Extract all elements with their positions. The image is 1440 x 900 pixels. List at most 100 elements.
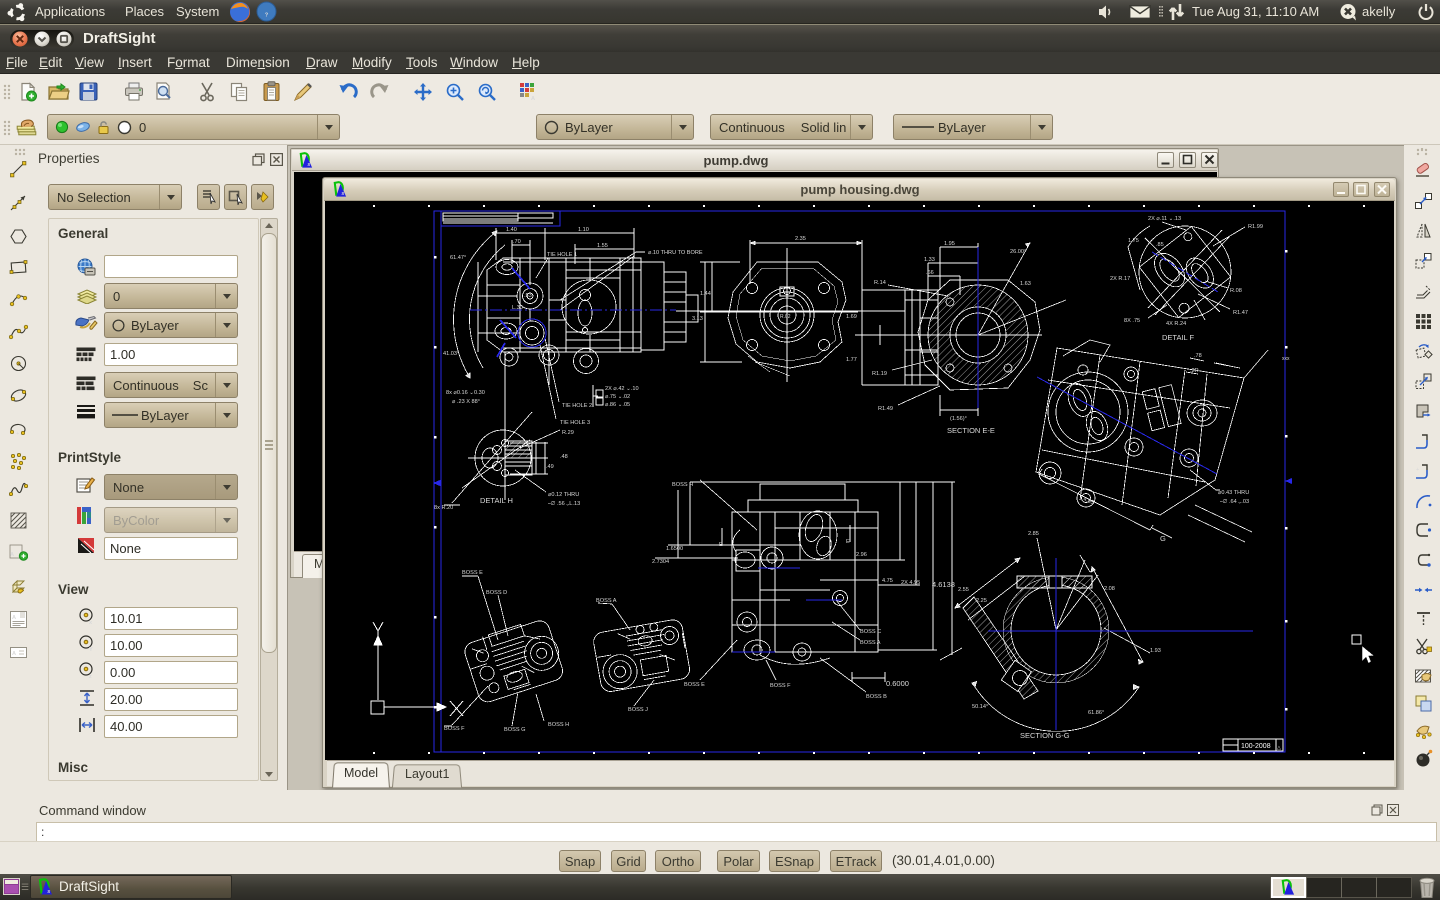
svg-text:1.40: 1.40	[506, 227, 517, 233]
svg-text:4.75: 4.75	[882, 578, 893, 584]
svg-text:2X 4.95: 2X 4.95	[901, 580, 920, 586]
svg-text:R1.47: R1.47	[1233, 310, 1248, 316]
svg-text:⎯⌀ .56 ⌄L.13: ⎯⌀ .56 ⌄L.13	[548, 500, 580, 507]
svg-text:1.69: 1.69	[846, 314, 857, 320]
svg-text:8x R.20: 8x R.20	[434, 505, 453, 511]
svg-text:s: s	[307, 162, 310, 168]
svg-text:2.08: 2.08	[1104, 586, 1115, 592]
svg-text:1.44: 1.44	[700, 291, 711, 297]
svg-text:R.14: R.14	[874, 280, 886, 286]
svg-text:1.63: 1.63	[1020, 281, 1031, 287]
svg-text:BOSS C: BOSS C	[860, 629, 881, 635]
svg-text:4.95: 4.95	[1082, 496, 1094, 506]
svg-text:26.00°: 26.00°	[1010, 249, 1026, 255]
svg-text:.48: .48	[560, 454, 568, 460]
svg-text:x: x	[89, 620, 93, 626]
svg-text:R.29: R.29	[562, 430, 574, 436]
svg-text:+: +	[1416, 467, 1419, 473]
svg-text:(1.56)°: (1.56)°	[950, 416, 967, 422]
svg-text:⌀0.12 THRU: ⌀0.12 THRU	[548, 492, 579, 498]
svg-text:G: G	[1160, 534, 1166, 543]
svg-text:⌀0.43 THRU: ⌀0.43 THRU	[1218, 490, 1249, 496]
svg-text:A: A	[12, 651, 16, 657]
svg-text:⌀ .23 X 88°: ⌀ .23 X 88°	[452, 399, 480, 405]
svg-text:BOSS F: BOSS F	[770, 683, 791, 689]
svg-text:s: s	[47, 889, 50, 895]
svg-text:s: s	[341, 191, 344, 197]
svg-text:E: E	[719, 542, 723, 548]
svg-text:+: +	[16, 431, 19, 437]
svg-text:DETAIL F: DETAIL F	[1162, 333, 1195, 342]
svg-text:BOSS A: BOSS A	[596, 598, 617, 604]
svg-text:8X .75: 8X .75	[1124, 318, 1140, 324]
svg-text:1.6500: 1.6500	[666, 546, 683, 552]
svg-text:xxx: xxx	[1282, 356, 1290, 362]
svg-text:A: A	[12, 615, 16, 621]
svg-text:BOSS B: BOSS B	[866, 694, 887, 700]
svg-text:TIE HOLE 3: TIE HOLE 3	[560, 420, 590, 426]
svg-text:1.55: 1.55	[597, 243, 608, 249]
svg-text:61.47°: 61.47°	[450, 255, 466, 261]
svg-text:△: △	[1277, 745, 1281, 751]
svg-text:L.30: L.30	[512, 305, 523, 311]
svg-text:⌀.10 THRU TO BORE: ⌀.10 THRU TO BORE	[648, 250, 703, 256]
svg-text:?: ?	[265, 13, 269, 19]
svg-text:BOSS E: BOSS E	[462, 570, 483, 576]
svg-text:BOSS J: BOSS J	[628, 707, 648, 713]
svg-text:TIE HOLE 2: TIE HOLE 2	[562, 403, 592, 409]
svg-text:+: +	[17, 390, 20, 396]
svg-text:R1.49: R1.49	[878, 406, 893, 412]
svg-text:2.55: 2.55	[958, 587, 969, 593]
svg-text:0.6000: 0.6000	[886, 679, 909, 688]
svg-text:BOSS D: BOSS D	[486, 590, 507, 596]
svg-text:2.96: 2.96	[856, 552, 867, 558]
svg-text:2.85: 2.85	[1028, 531, 1039, 537]
svg-text:.70: .70	[513, 239, 521, 245]
svg-text:BOSS A: BOSS A	[860, 640, 881, 646]
svg-text:3.13: 3.13	[692, 316, 703, 322]
svg-text:⌀.75 ⌄.02: ⌀.75 ⌄.02	[605, 394, 630, 400]
svg-text:BOSS H: BOSS H	[548, 722, 569, 728]
svg-text:8x ⌀0.16 ⌄0.30: 8x ⌀0.16 ⌄0.30	[446, 390, 485, 396]
svg-text:.49: .49	[546, 464, 554, 470]
svg-text:4.6138: 4.6138	[932, 580, 955, 589]
svg-text:SECTION E-E: SECTION E-E	[947, 426, 995, 435]
svg-text:2.7304: 2.7304	[652, 559, 669, 565]
svg-text:1.33: 1.33	[924, 257, 935, 263]
svg-text:4X R.24: 4X R.24	[1166, 321, 1186, 327]
svg-text:A: A	[10, 552, 14, 558]
svg-text:2.25: 2.25	[976, 598, 987, 604]
svg-text:61.86°: 61.86°	[1088, 710, 1104, 716]
svg-text:⌀.86 ⌄.05: ⌀.86 ⌄.05	[605, 402, 630, 408]
svg-text:E: E	[846, 539, 850, 545]
svg-text:R.02: R.02	[780, 314, 791, 320]
svg-text:1.95: 1.95	[944, 241, 955, 247]
svg-text:1.93: 1.93	[1150, 648, 1161, 654]
svg-text:⎯⌀ .64 ⌄.03: ⎯⌀ .64 ⌄.03	[1220, 498, 1249, 505]
svg-text:A: A	[531, 96, 535, 102]
svg-text:2.35: 2.35	[795, 236, 806, 242]
svg-text:.85: .85	[1156, 242, 1164, 248]
svg-text:41.03°: 41.03°	[443, 351, 459, 357]
svg-text:z: z	[89, 674, 92, 680]
svg-text:.53: .53	[524, 293, 532, 299]
svg-text:50.14°: 50.14°	[972, 704, 988, 710]
svg-text:DETAIL H: DETAIL H	[480, 496, 513, 505]
svg-text:R1.19: R1.19	[872, 371, 887, 377]
svg-text:.2R: .2R	[1190, 368, 1199, 374]
svg-text:1.75: 1.75	[1128, 238, 1139, 244]
svg-text:Y: Y	[89, 647, 93, 653]
svg-text:.78: .78	[1194, 353, 1202, 359]
svg-text:1.77: 1.77	[846, 357, 857, 363]
svg-text:R1.99: R1.99	[1248, 224, 1263, 230]
svg-text:BOSS E: BOSS E	[684, 682, 705, 688]
svg-text:.66: .66	[926, 270, 934, 276]
svg-text:BOSS G: BOSS G	[504, 727, 525, 733]
svg-text:1.10: 1.10	[578, 227, 589, 233]
svg-text:SECTION G-G: SECTION G-G	[1020, 731, 1070, 740]
svg-text:BOSS F: BOSS F	[444, 726, 465, 732]
svg-text:100-2008: 100-2008	[1241, 743, 1271, 750]
svg-text:2X ⌀.42 ⌄.10: 2X ⌀.42 ⌄.10	[605, 386, 639, 392]
svg-text:BOSS H: BOSS H	[672, 482, 693, 488]
svg-text:2X ⌀.11 ⌄.13: 2X ⌀.11 ⌄.13	[1148, 216, 1181, 222]
